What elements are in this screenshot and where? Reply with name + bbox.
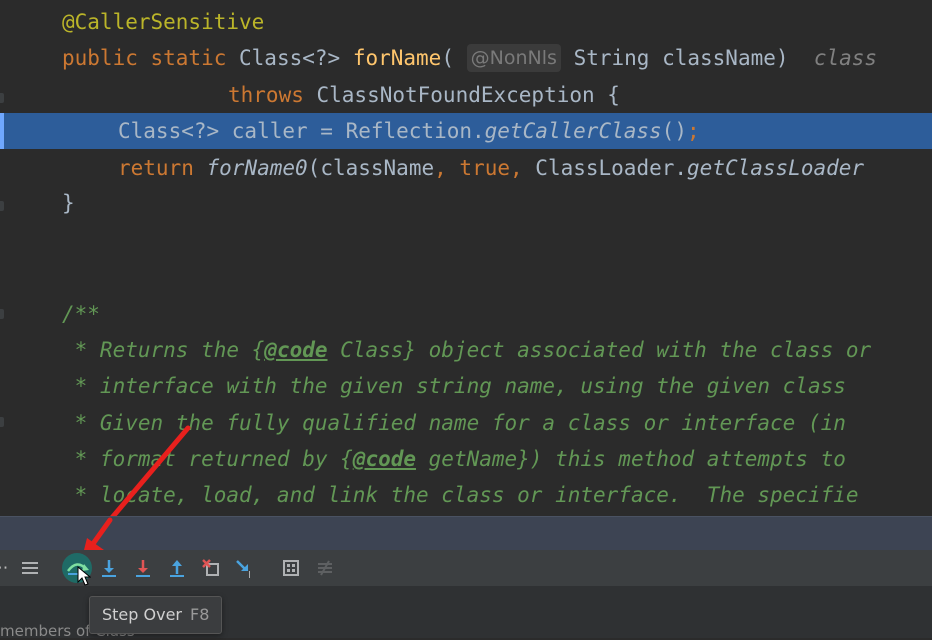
force-step-into-icon[interactable] bbox=[131, 556, 155, 580]
tooltip-label: Step Over bbox=[102, 605, 182, 624]
mouse-cursor-icon bbox=[77, 566, 91, 586]
overflow-icon[interactable]: ⋯ bbox=[0, 556, 12, 580]
run-to-cursor-icon[interactable]: I bbox=[233, 556, 257, 581]
drop-frame-icon[interactable] bbox=[199, 556, 223, 580]
layout-icon[interactable] bbox=[18, 556, 42, 580]
red-arrow-annotation bbox=[110, 425, 191, 516]
tooltip-shortcut: F8 bbox=[190, 605, 210, 624]
step-out-icon[interactable] bbox=[165, 556, 189, 580]
step-over-tooltip: Step Over F8 bbox=[89, 596, 223, 634]
code-editor[interactable]: @CallerSensitive public static Class<?> … bbox=[0, 0, 932, 516]
step-into-icon[interactable] bbox=[97, 556, 121, 580]
evaluate-expression-icon[interactable] bbox=[279, 556, 303, 580]
svg-text:I: I bbox=[248, 570, 251, 580]
debugger-toolbar: ⋯ I bbox=[0, 550, 932, 586]
trace-icon[interactable] bbox=[313, 556, 337, 580]
